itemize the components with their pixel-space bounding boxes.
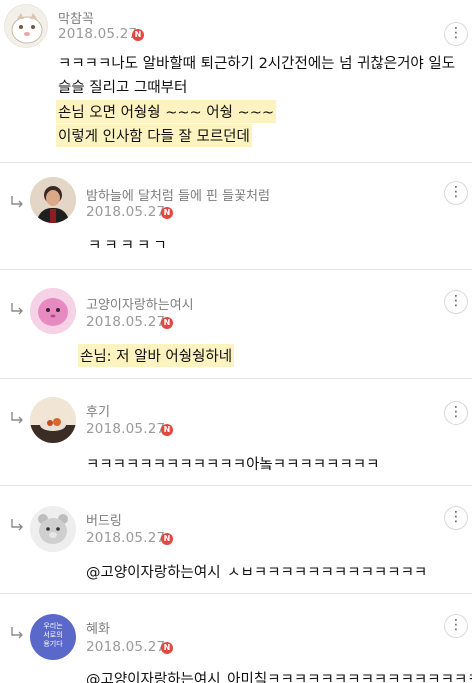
pink-character-avatar[interactable] (30, 288, 76, 334)
person-photo-avatar[interactable] (30, 177, 76, 223)
cartoon-face-avatar[interactable] (4, 4, 48, 48)
more-options-button[interactable]: ⋮ (444, 401, 468, 425)
comment-text-line-3: 손님 오면 어쉉쉉 ~~~ 어쉉 ~~~ (56, 100, 277, 123)
reply-date: 2018.05.27 (86, 530, 166, 546)
comment-nickname[interactable]: 막참꼭 (58, 8, 94, 27)
avatar-text-line: 용기다 (43, 640, 63, 648)
more-options-button[interactable]: ⋮ (444, 181, 468, 205)
reply-text-line: @고양이자랑하는여시 아미칰ㅋㅋㅋㅋㅋㅋㅋㅋㅋㅋㅋㅋㅋㅋㅋㅋ (86, 668, 472, 683)
more-options-button[interactable]: ⋮ (444, 506, 468, 530)
avatar-text-line: 우리는 (43, 622, 63, 630)
reply-nickname[interactable]: 밤하늘에 달처럼 들에 핀 들꽃처럼 (86, 185, 270, 204)
reply-date: 2018.05.27 (86, 204, 166, 220)
comment-date: 2018.05.27 (58, 26, 138, 42)
avatar-text-line: 서로의 (43, 631, 63, 639)
reply-arrow-icon (11, 196, 23, 208)
reply-arrow-icon (11, 627, 23, 639)
comment-1: 막참꼭 2018.05.27 N ⋮ ㅋㅋㅋㅋ나도 알바할때 퇴근하기 2시간전… (0, 0, 472, 162)
more-options-button[interactable]: ⋮ (444, 22, 468, 46)
gray-bear-avatar[interactable] (30, 506, 76, 552)
reply-4: 버드링 2018.05.27 N ⋮ @고양이자랑하는여시 ㅅㅂㅋㅋㅋㅋㅋㅋㅋㅋ… (0, 486, 472, 593)
reply-date: 2018.05.27 (86, 639, 166, 655)
reply-nickname[interactable]: 혜화 (86, 618, 110, 637)
blue-circle-avatar[interactable]: 우리는 서로의 용기다 (30, 614, 76, 660)
food-photo-avatar[interactable] (30, 397, 76, 443)
comment-text-line-4: 이렇게 인사함 다들 잘 모르던데 (56, 124, 252, 147)
new-badge: N (132, 29, 144, 41)
mention-link[interactable]: @고양이자랑하는여시 (86, 565, 221, 581)
more-options-button[interactable]: ⋮ (444, 614, 468, 638)
reply-1: 밤하늘에 달처럼 들에 핀 들꽃처럼 2018.05.27 N ⋮ ㅋㅋㅋㅋㄱ (0, 163, 472, 269)
reply-3: 후기 2018.05.27 N ⋮ ㅋㅋㅋㅋㅋㅋㅋㅋㅋㅋㅋㅋ아놐ㅋㅋㅋㅋㅋㅋㅋㅋ (0, 379, 472, 485)
new-badge: N (161, 424, 173, 436)
reply-nickname[interactable]: 고양이자랑하는여시 (86, 294, 194, 313)
reply-nickname[interactable]: 버드링 (86, 510, 122, 529)
reply-2: 고양이자랑하는여시 2018.05.27 N ⋮ 손님: 저 알바 어쉉쉉하네 (0, 270, 472, 378)
reply-text: 아미칰ㅋㅋㅋㅋㅋㅋㅋㅋㅋㅋㅋㅋㅋㅋㅋㅋ (227, 672, 472, 683)
reply-5: 우리는 서로의 용기다 혜화 2018.05.27 N ⋮ @고양이자랑하는여시… (0, 594, 472, 683)
reply-text: ㅅㅂㅋㅋㅋㅋㅋㅋㅋㅋㅋㅋㅋㅋㅋ (227, 565, 428, 581)
reply-text-line: @고양이자랑하는여시 ㅅㅂㅋㅋㅋㅋㅋㅋㅋㅋㅋㅋㅋㅋㅋ (86, 561, 427, 582)
new-badge: N (161, 207, 173, 219)
new-badge: N (161, 642, 173, 654)
reply-date: 2018.05.27 (86, 314, 166, 330)
reply-arrow-icon (11, 412, 23, 424)
reply-date: 2018.05.27 (86, 421, 166, 437)
reply-arrow-icon (11, 303, 23, 315)
reply-nickname[interactable]: 후기 (86, 401, 110, 420)
more-options-button[interactable]: ⋮ (444, 290, 468, 314)
comment-text-line-2: 슬슬 질리고 그때부터 (58, 80, 188, 96)
new-badge: N (161, 533, 173, 545)
mention-link[interactable]: @고양이자랑하는여시 (86, 672, 221, 683)
reply-text: 손님: 저 알바 어쉉쉉하네 (78, 344, 235, 367)
comment-text-line-1: ㅋㅋㅋㅋ나도 알바할때 퇴근하기 2시간전에는 넘 귀찮은거야 일도 (58, 56, 456, 72)
reply-text: ㅋㅋㅋㅋㅋㅋㅋㅋㅋㅋㅋㅋ아놐ㅋㅋㅋㅋㅋㅋㅋㅋ (86, 457, 380, 473)
new-badge: N (161, 317, 173, 329)
reply-arrow-icon (11, 519, 23, 531)
reply-text: ㅋㅋㅋㅋㄱ (88, 238, 170, 254)
